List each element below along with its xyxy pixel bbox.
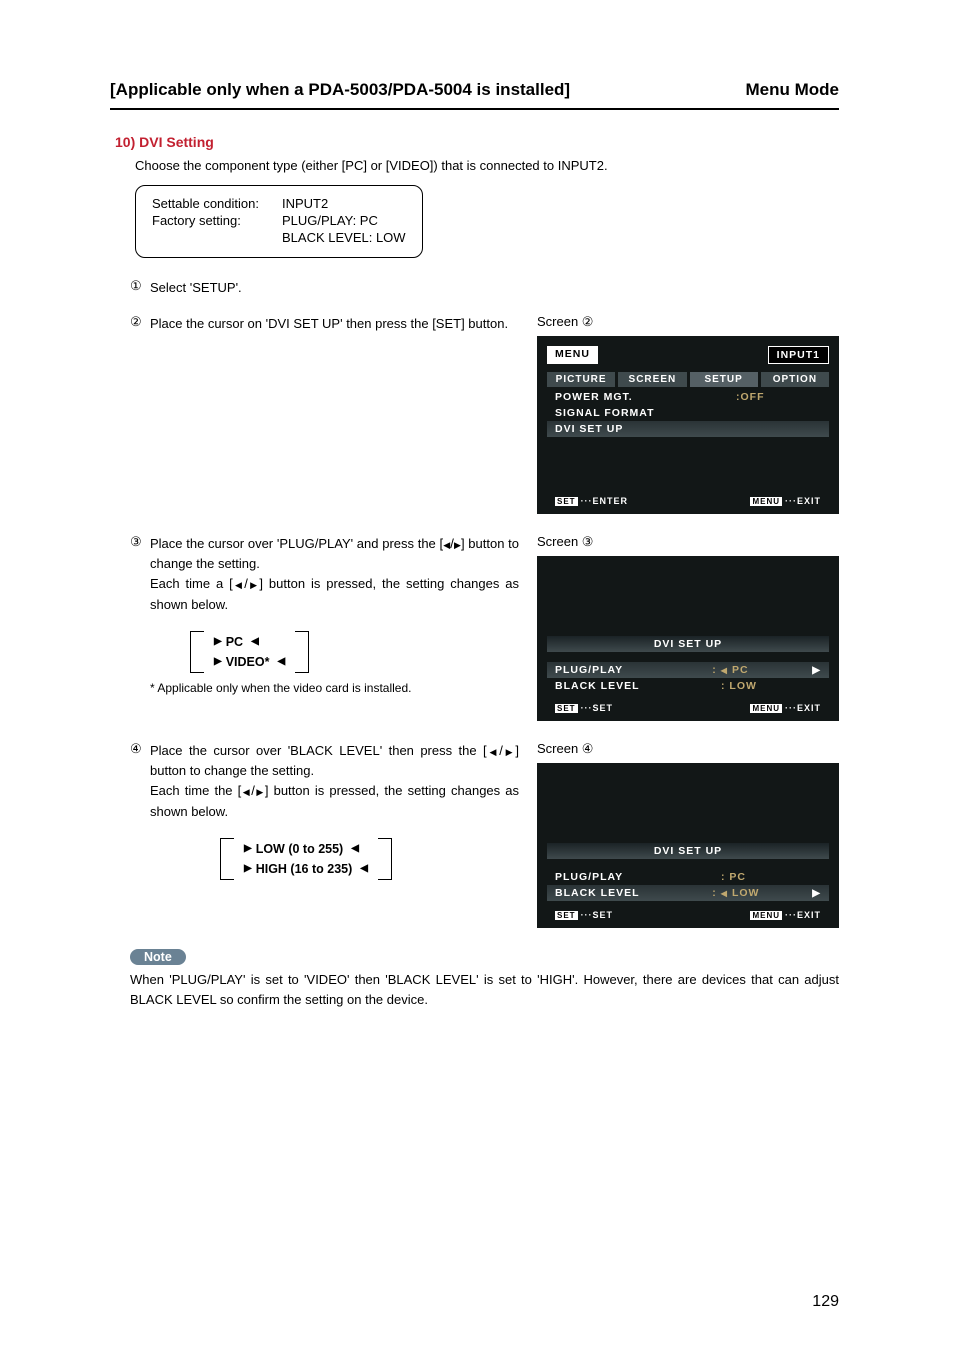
osd-footer-set: SET ···ENTER [555, 496, 628, 506]
osd3-key-set: SET [555, 704, 578, 713]
header-title-right: Menu Mode [746, 80, 840, 100]
factory-setting-row: Factory setting: PLUG/PLAY: PC [152, 213, 406, 228]
settable-condition-row: Settable condition: INPUT2 [152, 196, 406, 211]
section-heading: 10) DVI Setting [115, 134, 839, 150]
factory-setting-label: Factory setting: [152, 213, 282, 228]
cycle2-opt1: ▶LOW (0 to 255)◀ [240, 842, 372, 856]
osd-item-power-mgt-value: :OFF [736, 391, 821, 403]
cycle1-opt1: ▶PC◀ [210, 635, 289, 649]
cycle2-opt2: ▶HIGH (16 to 235)◀ [240, 862, 372, 876]
osd3-blacklevel-label: BLACK LEVEL [555, 680, 721, 692]
osd-key-set: SET [555, 497, 578, 506]
osd4-title: DVI SET UP [547, 843, 829, 859]
screen-2-label: Screen ② [537, 314, 839, 330]
step-1-text: Select 'SETUP'. [150, 278, 839, 298]
osd4-key-menu: MENU [750, 911, 782, 920]
step-3-text: Place the cursor over 'PLUG/PLAY' and pr… [150, 534, 519, 615]
osd-screen-4: DVI SET UP PLUG/PLAY : PC BLACK LEVEL :◀… [537, 763, 839, 928]
osd3-blacklevel-row: BLACK LEVEL : LOW [547, 678, 829, 694]
step-3: ③ Place the cursor over 'PLUG/PLAY' and … [130, 534, 519, 615]
osd-item-dvi-setup: DVI SET UP [547, 421, 829, 437]
osd-item-power-mgt: POWER MGT. :OFF [547, 389, 829, 405]
step-3-num: ③ [130, 534, 150, 615]
step-1: ① Select 'SETUP'. [130, 278, 839, 298]
cycle-diagram-2: ▶LOW (0 to 255)◀ ▶HIGH (16 to 235)◀ [220, 838, 519, 880]
osd4-plugplay-value: : PC [721, 871, 821, 883]
factory-setting-value-1: PLUG/PLAY: PC [282, 213, 378, 228]
osd3-plugplay-row: PLUG/PLAY :◀PC ▶ [547, 662, 829, 678]
step-4-text: Place the cursor over 'BLACK LEVEL' then… [150, 741, 519, 822]
cycle1-opt2: ▶VIDEO*◀ [210, 655, 289, 669]
osd-tab-setup: SETUP [690, 372, 758, 387]
osd-tab-option: OPTION [761, 372, 829, 387]
osd3-foot-exit: ···EXIT [785, 703, 821, 713]
page-header: [Applicable only when a PDA-5003/PDA-500… [110, 80, 839, 110]
osd-item-signal-format-label: SIGNAL FORMAT [555, 407, 821, 419]
osd-item-dvi-setup-label: DVI SET UP [555, 423, 821, 435]
osd3-footer-set: SET ···SET [555, 703, 613, 713]
note-text: When 'PLUG/PLAY' is set to 'VIDEO' then … [130, 970, 839, 1010]
osd4-footer-menu: MENU ···EXIT [750, 910, 821, 920]
note-label: Note [130, 949, 186, 965]
step-2: ② Place the cursor on 'DVI SET UP' then … [130, 314, 519, 334]
osd-tab-screen: SCREEN [618, 372, 686, 387]
osd3-plugplay-value: :◀PC [712, 664, 812, 676]
osd4-key-set: SET [555, 911, 578, 920]
screen-4-label: Screen ④ [537, 741, 839, 757]
right-arrow-icon: ▶ [812, 665, 821, 676]
osd-screen-2: MENU INPUT1 PICTURE SCREEN SETUP OPTION … [537, 336, 839, 514]
osd4-blacklevel-label: BLACK LEVEL [555, 887, 712, 899]
osd3-title: DVI SET UP [547, 636, 829, 652]
page-number: 129 [812, 1293, 839, 1311]
osd4-plugplay-label: PLUG/PLAY [555, 871, 721, 883]
osd4-foot-setv: ···SET [581, 910, 614, 920]
step-4: ④ Place the cursor over 'BLACK LEVEL' th… [130, 741, 519, 822]
osd4-plugplay-row: PLUG/PLAY : PC [547, 869, 829, 885]
osd-input-badge: INPUT1 [768, 346, 829, 364]
osd3-blacklevel-value: : LOW [721, 680, 821, 692]
osd-foot-enter: ···ENTER [581, 496, 629, 506]
osd-menu-badge: MENU [547, 346, 598, 364]
header-title-left: [Applicable only when a PDA-5003/PDA-500… [110, 80, 570, 100]
osd4-blacklevel-row: BLACK LEVEL :◀LOW ▶ [547, 885, 829, 901]
osd-tab-picture: PICTURE [547, 372, 615, 387]
osd-screen-3: DVI SET UP PLUG/PLAY :◀PC ▶ BLACK LEVEL … [537, 556, 839, 721]
osd-footer-menu: MENU ···EXIT [750, 496, 821, 506]
step-2-text-content: Place the cursor on 'DVI SET UP' then pr… [150, 316, 508, 331]
osd3-key-menu: MENU [750, 704, 782, 713]
step-2-num: ② [130, 314, 150, 334]
osd-key-menu: MENU [750, 497, 782, 506]
osd4-foot-exit: ···EXIT [785, 910, 821, 920]
osd-item-signal-format: SIGNAL FORMAT [547, 405, 829, 421]
settable-condition-value: INPUT2 [282, 196, 328, 211]
cycle-diagram-1: ▶PC◀ ▶VIDEO*◀ [190, 631, 519, 673]
section-intro: Choose the component type (either [PC] o… [135, 158, 839, 173]
right-arrow-icon-2: ▶ [812, 888, 821, 899]
screen-3-label: Screen ③ [537, 534, 839, 550]
factory-setting-row-2: BLACK LEVEL: LOW [152, 230, 406, 245]
osd3-foot-setv: ···SET [581, 703, 614, 713]
osd-item-power-mgt-label: POWER MGT. [555, 391, 736, 403]
factory-setting-value-2: BLACK LEVEL: LOW [282, 230, 406, 245]
settings-box: Settable condition: INPUT2 Factory setti… [135, 185, 423, 258]
osd4-footer-set: SET ···SET [555, 910, 613, 920]
step-4-num: ④ [130, 741, 150, 822]
osd4-blacklevel-value: :◀LOW [712, 887, 812, 899]
osd3-plugplay-label: PLUG/PLAY [555, 664, 712, 676]
footnote: * Applicable only when the video card is… [150, 681, 519, 695]
step-2-text: Place the cursor on 'DVI SET UP' then pr… [150, 314, 519, 334]
step-1-num: ① [130, 278, 150, 298]
osd-foot-exit: ···EXIT [785, 496, 821, 506]
osd3-footer-menu: MENU ···EXIT [750, 703, 821, 713]
settable-condition-label: Settable condition: [152, 196, 282, 211]
